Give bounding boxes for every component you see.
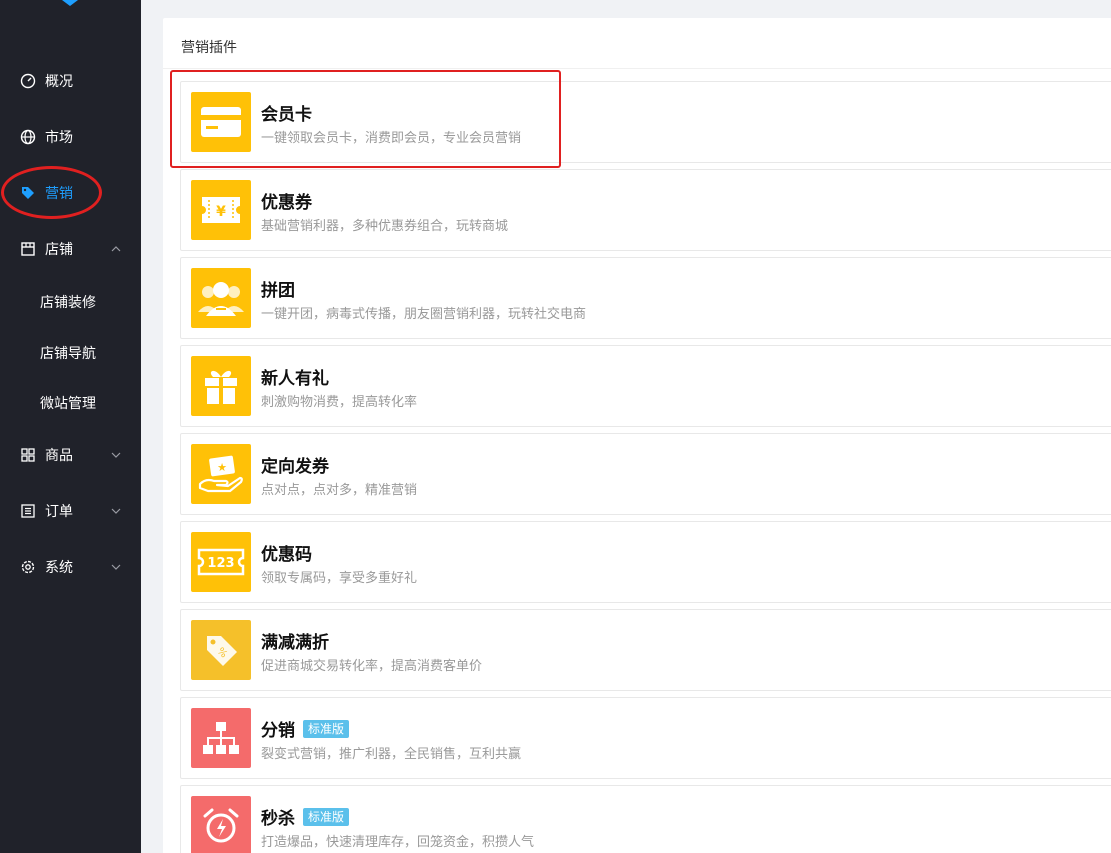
plugin-description: 促进商城交易转化率，提高消费客单价 — [261, 659, 483, 674]
tag-icon — [20, 185, 36, 201]
chevron-down-icon — [111, 564, 121, 570]
group-buy-icon — [191, 268, 251, 328]
panel-title: 营销插件 — [181, 40, 237, 56]
sidebar-item-label: 概况 — [45, 74, 73, 90]
sidebar-item-marketing[interactable]: 营销 — [0, 168, 141, 218]
logo-icon — [62, 0, 78, 6]
edition-badge: 标准版 — [303, 719, 350, 738]
sidebar-item-store[interactable]: 店铺 — [0, 224, 141, 274]
hierarchy-icon — [191, 708, 251, 768]
sidebar-subitem-store-decoration[interactable]: 店铺装修 — [40, 292, 96, 312]
dashboard-icon — [20, 73, 36, 89]
sidebar-item-label: 系统 — [45, 560, 73, 576]
chevron-up-icon — [111, 246, 121, 252]
globe-icon — [20, 129, 36, 145]
sidebar-item-overview[interactable]: 概况 — [0, 56, 141, 106]
plugin-description: 基础营销利器，多种优惠券组合，玩转商城 — [261, 219, 509, 234]
plugin-card-distribution[interactable]: 分销 标准版 裂变式营销，推广利器，全民销售，互利共赢 — [180, 697, 1111, 779]
plugin-description: 一键开团，病毒式传播，朋友圈营销利器，玩转社交电商 — [261, 307, 587, 322]
code-123-icon: 123 — [191, 532, 251, 592]
plugin-description: 裂变式营销，推广利器，全民销售，互利共赢 — [261, 747, 522, 762]
chevron-down-icon — [111, 452, 121, 458]
plugin-name: 分销 标准版 — [261, 716, 350, 741]
plugin-card-targeted-coupon[interactable]: ★ 定向发券 点对点，点对多，精准营销 — [180, 433, 1111, 515]
marketing-plugins-panel: 营销插件 会员卡 一键领取会员卡，消费即会员，专业会员营销 ¥ 优惠券 基础营销… — [163, 18, 1111, 853]
plugin-card-promo-code[interactable]: 123 优惠码 领取专属码，享受多重好礼 — [180, 521, 1111, 603]
list-icon — [20, 503, 36, 519]
plugin-name: 满减满折 — [261, 633, 329, 653]
plugin-card-newcomer-gift[interactable]: 新人有礼 刺激购物消费，提高转化率 — [180, 345, 1111, 427]
svg-text:123: 123 — [207, 556, 234, 571]
edition-badge: 标准版 — [303, 807, 350, 826]
store-icon — [20, 241, 36, 257]
sidebar-subitem-store-navigation[interactable]: 店铺导航 — [40, 343, 96, 363]
svg-text:★: ★ — [217, 461, 227, 474]
sidebar: 概况 市场 营销 店铺 店铺装修 店铺导航 微站管理 商品 订单 系统 — [0, 0, 141, 853]
plugin-description: 领取专属码，享受多重好礼 — [261, 571, 418, 586]
sidebar-item-system[interactable]: 系统 — [0, 542, 141, 592]
plugin-card-group-buy[interactable]: 拼团 一键开团，病毒式传播，朋友圈营销利器，玩转社交电商 — [180, 257, 1111, 339]
coupon-icon: ¥ — [191, 180, 251, 240]
svg-text:¥: ¥ — [216, 204, 226, 220]
plugin-card-coupon[interactable]: ¥ 优惠券 基础营销利器，多种优惠券组合，玩转商城 — [180, 169, 1111, 251]
plugin-name: 优惠券 — [261, 193, 312, 213]
plugin-description: 一键领取会员卡，消费即会员，专业会员营销 — [261, 131, 522, 146]
hand-coupon-icon: ★ — [191, 444, 251, 504]
sidebar-item-orders[interactable]: 订单 — [0, 486, 141, 536]
sidebar-item-label: 市场 — [45, 130, 73, 146]
chevron-down-icon — [111, 508, 121, 514]
plugin-name: 会员卡 — [261, 105, 312, 125]
sidebar-subitem-microsite[interactable]: 微站管理 — [40, 393, 96, 413]
plugin-card-full-reduction[interactable]: % 满减满折 促进商城交易转化率，提高消费客单价 — [180, 609, 1111, 691]
grid-icon — [20, 447, 36, 463]
plugin-name: 优惠码 — [261, 545, 312, 565]
alarm-clock-icon — [191, 796, 251, 853]
sidebar-item-market[interactable]: 市场 — [0, 112, 141, 162]
plugin-card-flash-sale[interactable]: 秒杀 标准版 打造爆品，快速清理库存，回笼资金，积攒人气 — [180, 785, 1111, 853]
plugin-name: 拼团 — [261, 281, 295, 301]
sidebar-item-label: 商品 — [45, 448, 73, 464]
plugin-description: 刺激购物消费，提高转化率 — [261, 395, 418, 410]
plugin-name: 秒杀 标准版 — [261, 804, 350, 829]
gift-icon — [191, 356, 251, 416]
gear-icon — [20, 559, 36, 575]
price-tag-icon: % — [191, 620, 251, 680]
plugin-description: 点对点，点对多，精准营销 — [261, 483, 418, 498]
sidebar-item-label: 营销 — [45, 186, 73, 202]
plugin-name: 新人有礼 — [261, 369, 329, 389]
sidebar-item-label: 订单 — [45, 504, 73, 520]
sidebar-item-label: 店铺 — [45, 242, 73, 258]
plugin-name: 定向发券 — [261, 457, 329, 477]
plugin-description: 打造爆品，快速清理库存，回笼资金，积攒人气 — [261, 835, 535, 850]
sidebar-item-products[interactable]: 商品 — [0, 430, 141, 480]
plugin-card-membership[interactable]: 会员卡 一键领取会员卡，消费即会员，专业会员营销 — [180, 81, 1111, 163]
membership-card-icon — [191, 92, 251, 152]
divider — [163, 68, 1111, 69]
